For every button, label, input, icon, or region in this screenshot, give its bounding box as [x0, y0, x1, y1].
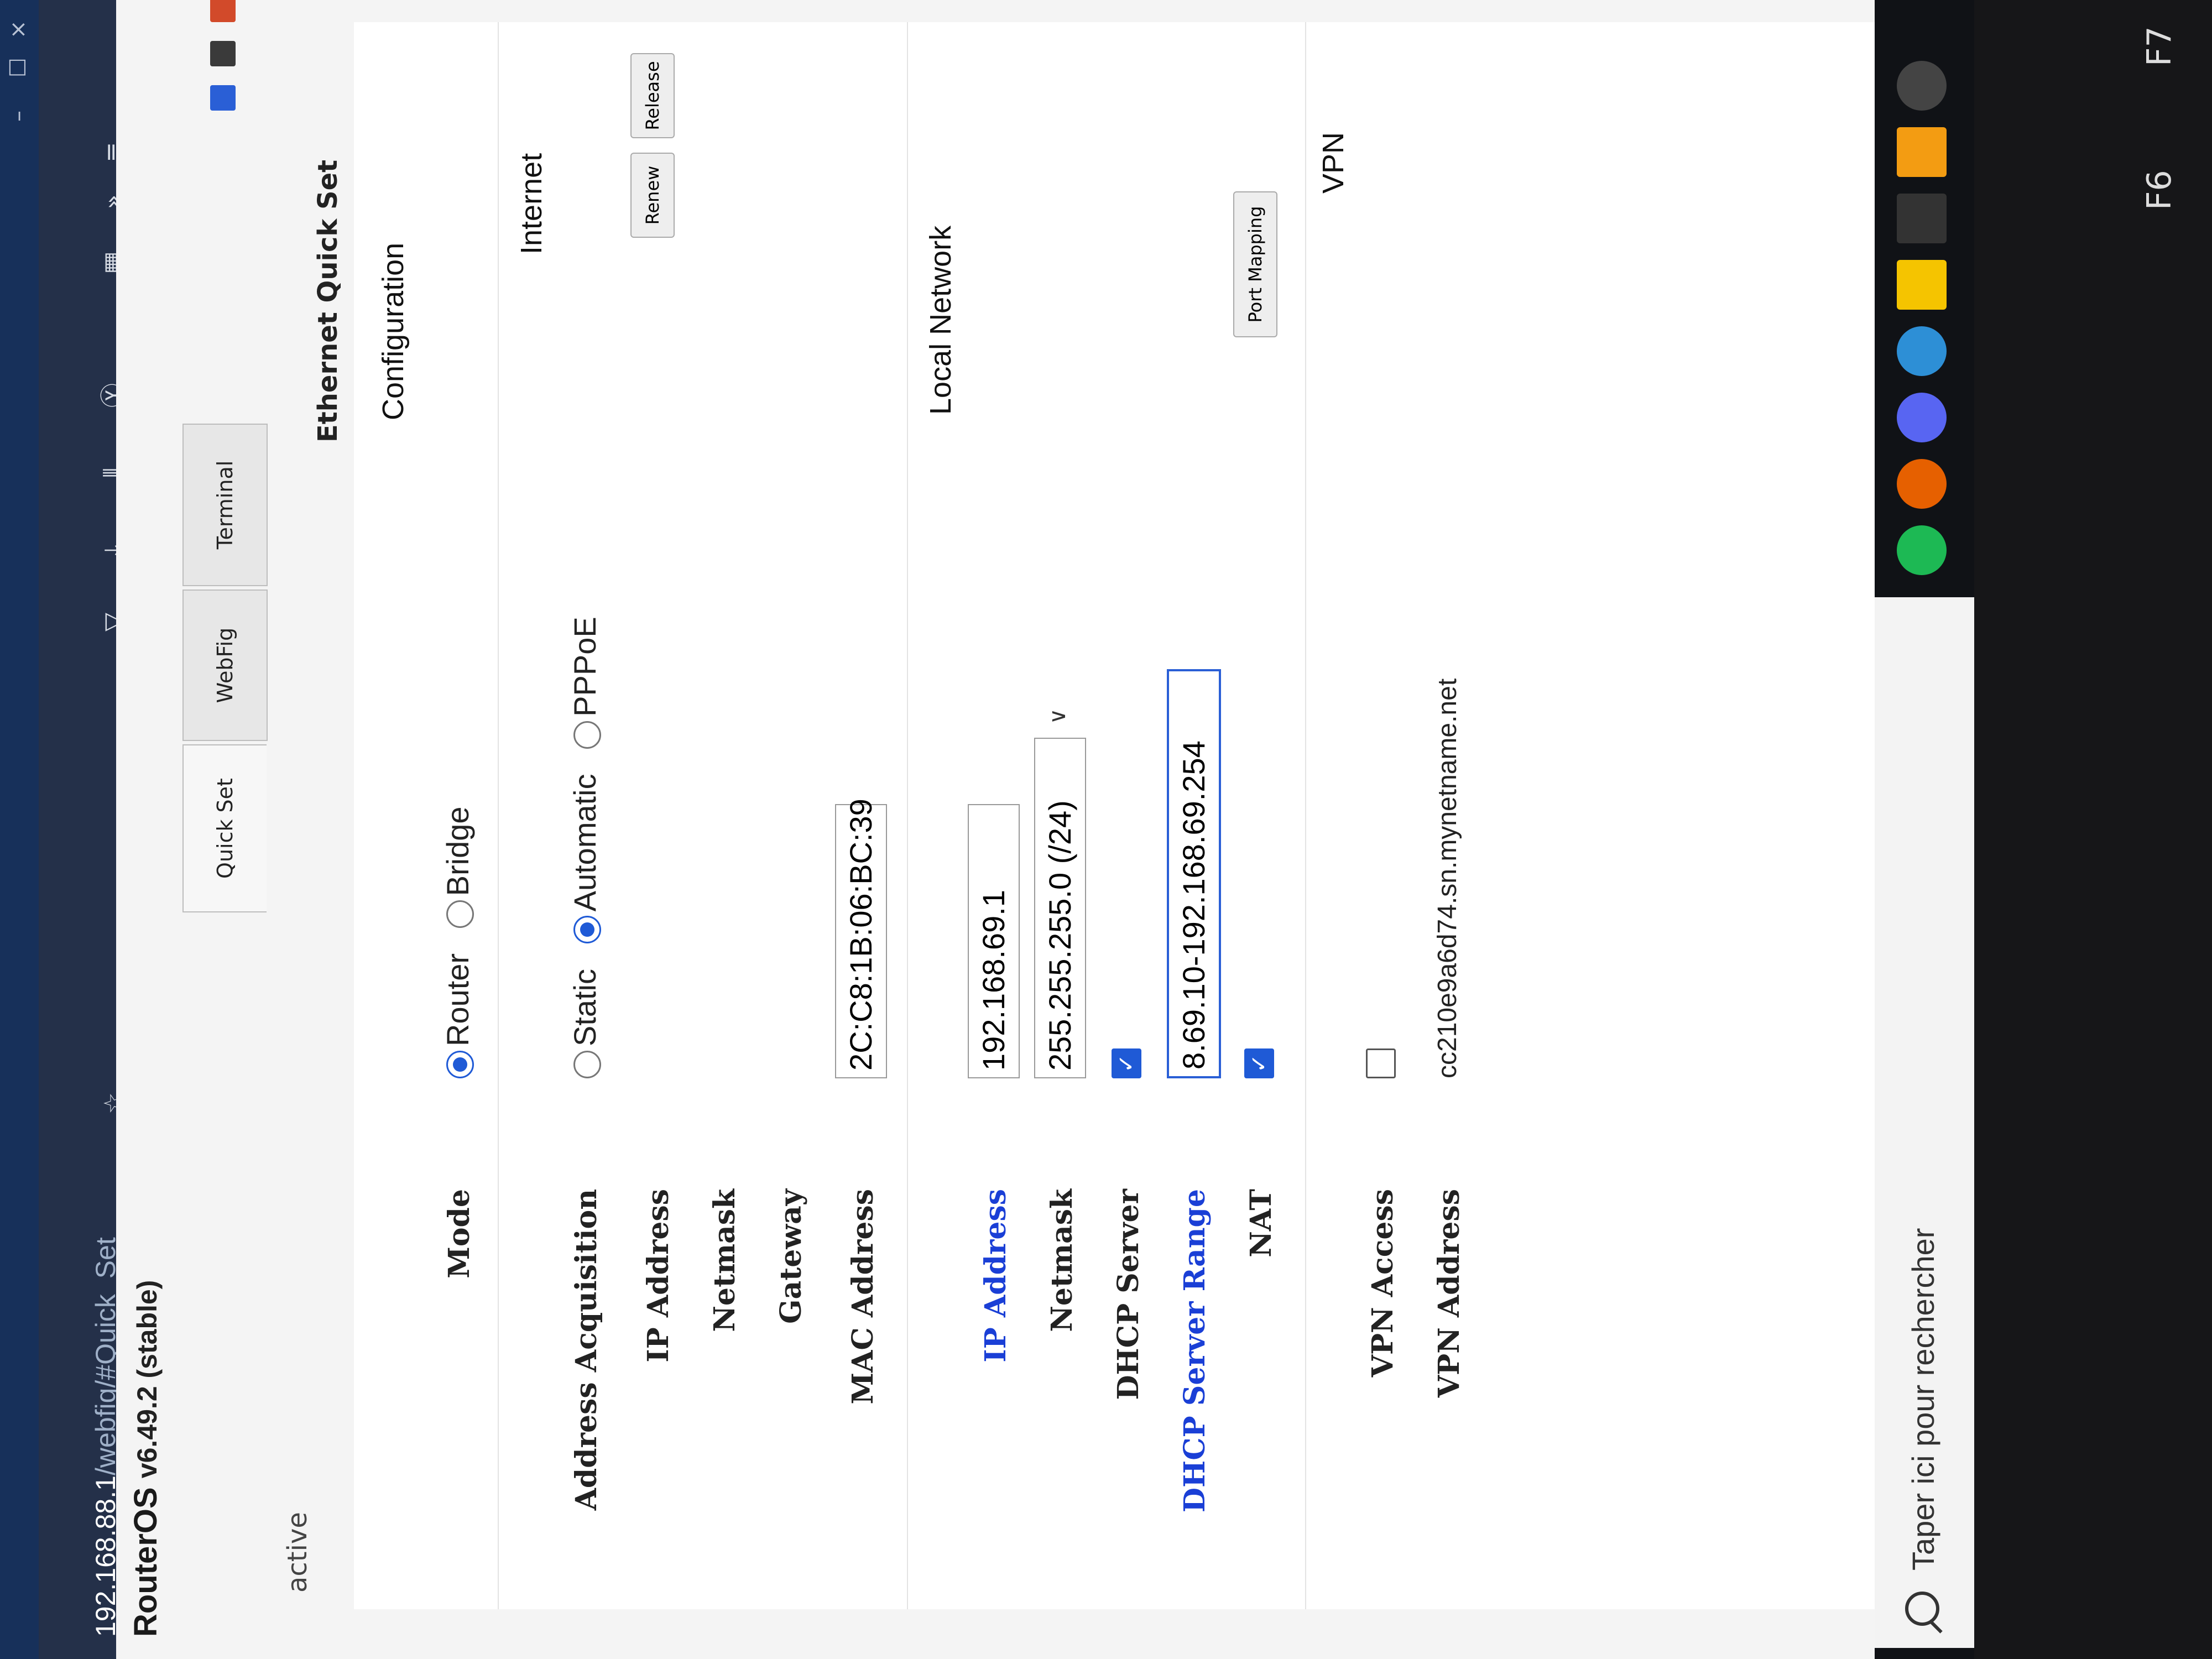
release-button[interactable]: Release [630, 53, 675, 138]
dhcp-range-field[interactable]: 8.69.10-192.168.69.254 [1167, 669, 1221, 1078]
epic-games-icon[interactable] [1897, 194, 1947, 243]
live-icon[interactable] [1897, 260, 1947, 310]
dhcp-server-label: DHCP Server [1112, 1189, 1145, 1400]
addr-option-automatic[interactable]: Automatic [567, 774, 603, 944]
divider [907, 22, 908, 1609]
divider [498, 22, 499, 1609]
wan-ip-label: IP Address [641, 1189, 675, 1363]
vpn-access-label: VPN Access [1366, 1189, 1400, 1378]
gateway-label: Gateway [774, 1189, 808, 1324]
search-placeholder: Taper ici pour rechercher [1906, 1228, 1940, 1571]
status-text: active [282, 1512, 313, 1593]
app-icon[interactable] [1897, 127, 1947, 177]
steam-icon[interactable] [1897, 61, 1947, 111]
lan-ip-field[interactable]: 192.168.69.1 [968, 804, 1020, 1078]
mode-bridge-label: Bridge [440, 806, 475, 896]
mode-router-label: Router [440, 953, 475, 1046]
addr-static-label: Static [567, 968, 602, 1046]
lan-ip-label: IP Address [979, 1189, 1013, 1363]
chevron-down-icon[interactable]: ∨ [1045, 708, 1071, 724]
section-vpn: VPN [1317, 132, 1350, 194]
browser-tabstrip: – ☐ × [0, 0, 39, 1659]
firefox-icon[interactable] [1897, 459, 1947, 509]
nat-label: NAT [1244, 1189, 1278, 1258]
radio-automatic[interactable] [573, 916, 601, 944]
lan-netmask-label: Netmask [1045, 1189, 1079, 1332]
close-window-icon[interactable]: × [6, 20, 31, 39]
tab-quick-set[interactable]: Quick Set [182, 744, 267, 912]
spotify-icon[interactable] [1897, 525, 1947, 575]
resolve-icon[interactable] [1897, 326, 1947, 376]
radio-router[interactable] [446, 1051, 474, 1078]
quick-set-form: Configuration Mode Router Bridge Interne… [354, 22, 1902, 1609]
mac-address-field[interactable]: 2C:C8:1B:06:BC:39 [835, 799, 887, 1078]
discord-icon[interactable] [1897, 393, 1947, 442]
photo-stage: – ☐ × 192.168.88.1/webfig/#Quick_Set ☆ ▽… [0, 0, 2212, 1659]
section-internet: Internet [515, 153, 548, 254]
mode-option-bridge[interactable]: Bridge [440, 806, 476, 928]
maximize-icon[interactable]: ☐ [6, 58, 31, 77]
dhcp-range-label: DHCP Server Range [1178, 1189, 1212, 1512]
vpn-access-checkbox[interactable] [1366, 1048, 1396, 1078]
lan-netmask-select[interactable]: 255.255.255.0 (/24) [1034, 738, 1086, 1078]
wan-netmask-label: Netmask [708, 1189, 742, 1332]
renew-button[interactable]: Renew [630, 153, 675, 238]
save-icon[interactable] [210, 41, 236, 66]
windows-taskbar: Taper ici pour rechercher [1875, 0, 1974, 1659]
mode-label: Mode [442, 1189, 476, 1279]
addr-option-pppoe[interactable]: PPPoE [567, 617, 603, 749]
design-icon[interactable] [210, 0, 236, 22]
mode-option-router[interactable]: Router [440, 953, 476, 1078]
addr-pppoe-label: PPPoE [567, 617, 602, 717]
nat-checkbox[interactable]: ✓ [1244, 1048, 1274, 1078]
vpn-address-label: VPN Address [1432, 1189, 1466, 1398]
taskbar-search[interactable]: Taper ici pour rechercher [1875, 597, 1974, 1648]
dhcp-server-checkbox[interactable]: ✓ [1112, 1048, 1141, 1078]
addr-option-static[interactable]: Static [567, 969, 603, 1078]
search-icon [1905, 1592, 1939, 1626]
page-header-title: RouterOS v6.49.2 (stable) [127, 1280, 164, 1637]
mode-radio-group: Router Bridge [437, 790, 476, 1078]
radio-bridge[interactable] [446, 900, 474, 928]
page-title: Ethernet Quick Set [312, 159, 343, 442]
mac-address-label: MAC Address [846, 1189, 880, 1405]
divider [1305, 22, 1306, 1609]
radio-static[interactable] [573, 1051, 601, 1078]
browser-chrome: – ☐ × 192.168.88.1/webfig/#Quick_Set ☆ ▽… [0, 0, 127, 1659]
address-acquisition-label: Address Acquisition [570, 1189, 603, 1511]
address-bar[interactable]: 192.168.88.1/webfig/#Quick_Set ☆ ▽ ⤓ ⫴ Ⓨ… [39, 0, 127, 1659]
app-name: RouterOS [128, 1487, 164, 1637]
minimize-icon[interactable]: – [6, 111, 31, 122]
webfig-page: RouterOS v6.49.2 (stable) Quick Set WebF… [116, 0, 1902, 1659]
laptop-body: F6 F7 [1974, 0, 2212, 1659]
app-version: v6.49.2 (stable) [132, 1280, 163, 1479]
section-configuration: Configuration [377, 242, 410, 420]
key-f6: F6 [2140, 170, 2179, 210]
radio-pppoe[interactable] [573, 721, 601, 749]
tab-webfig[interactable]: WebFig [182, 589, 268, 741]
section-local-network: Local Network [924, 225, 957, 415]
port-mapping-button[interactable]: Port Mapping [1233, 191, 1277, 337]
vpn-address-value: cc210e9a6d74.sn.mynetname.net [1433, 678, 1462, 1078]
help-icon[interactable] [210, 85, 236, 111]
address-radio-group: Static Automatic PPPoE [564, 600, 603, 1078]
addr-automatic-label: Automatic [567, 774, 602, 912]
tab-terminal[interactable]: Terminal [182, 424, 268, 586]
key-f7: F7 [2140, 26, 2179, 66]
